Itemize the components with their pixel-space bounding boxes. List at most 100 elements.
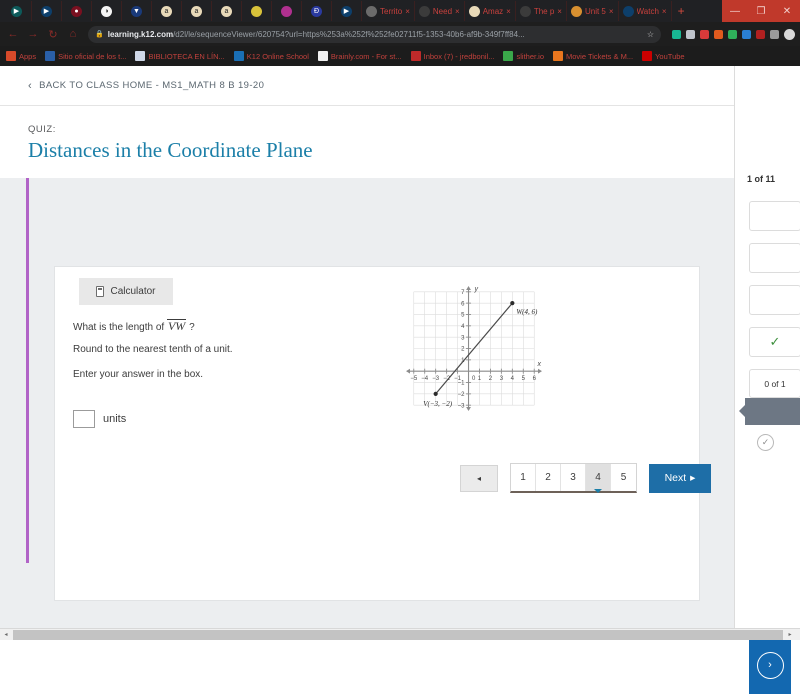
bookmark-item[interactable]: YouTube [642,51,684,61]
pagination-page-2[interactable]: 2 [536,464,561,491]
svg-text:y: y [474,286,479,293]
brainly-icon [520,6,531,17]
bookmark-item[interactable]: Sitio oficial de los t... [45,51,126,61]
pagination-page-5[interactable]: 5 [611,464,636,491]
pinned-tab[interactable]: ▶ [332,1,362,21]
tab-title: The p [534,7,554,16]
pinned-tab[interactable]: ▼ [122,1,152,21]
amazon-icon: a [221,6,232,17]
bookmark-item[interactable]: Inbox (7) - jredbonil... [411,51,495,61]
bookmark-item[interactable]: K12 Online School [234,51,309,61]
close-icon[interactable]: × [557,7,562,16]
pagination-page-4[interactable]: 4 [586,464,611,491]
window-maximize-button[interactable]: ❐ [748,0,774,22]
home-icon[interactable]: ⌂ [65,28,81,40]
bookmark-item[interactable]: slither.io [503,51,544,61]
scrollbar-thumb[interactable] [13,630,783,640]
close-icon[interactable]: × [609,7,614,16]
ext-orange-icon[interactable] [714,30,723,39]
lock-icon: 🔒 [95,30,104,38]
back-to-class-home-link[interactable]: ‹ BACK TO CLASS HOME - MS1_MATH 8 B 19-2… [28,80,264,92]
svg-text:5: 5 [461,313,465,319]
scrollbar-right-arrow-icon[interactable]: ▸ [784,629,796,641]
chevron-right-circle-icon: › [757,652,784,679]
ext-green-icon[interactable] [672,30,681,39]
pinned-tab[interactable]: ◑ [92,1,122,21]
reload-icon[interactable]: ↻ [45,28,61,41]
svg-text:7: 7 [461,290,465,296]
rail-item-completed[interactable]: ✓ [749,327,800,357]
ext-cast-icon[interactable] [756,30,765,39]
pinned-tab[interactable]: a [152,1,182,21]
window-minimize-button[interactable]: — [722,0,748,22]
check-icon: ✓ [770,334,781,350]
bookmark-item[interactable]: Brainly.com - For st... [318,51,402,61]
question-prompt-line-1: What is the length of VW ? [73,319,195,334]
next-button[interactable]: Next ▸ [649,464,711,493]
ext-blue-icon[interactable] [742,30,751,39]
svg-text:3: 3 [500,376,504,382]
answer-input[interactable] [73,410,95,428]
window-close-button[interactable]: ✕ [774,0,800,22]
pinned-tab[interactable]: ▶ [2,1,32,21]
pinned-tab[interactable]: a [182,1,212,21]
scrollbar-left-arrow-icon[interactable]: ◂ [0,629,12,641]
pinned-tab[interactable]: Đ [302,1,332,21]
segment-label: VW [167,319,186,334]
forward-arrow-icon[interactable]: → [25,28,41,40]
horizontal-scrollbar[interactable]: ◂ ▸ [0,628,800,640]
bookmark-item[interactable]: Movie Tickets & M... [553,51,633,61]
svg-text:−1: −1 [458,381,466,387]
close-icon[interactable]: × [506,7,511,16]
bookmark-label: Brainly.com - For st... [331,52,402,61]
close-icon[interactable]: × [455,7,460,16]
pinned-tab[interactable] [272,1,302,21]
pinned-tab[interactable] [242,1,272,21]
bookmark-label: Inbox (7) - jredbonil... [424,52,495,61]
close-icon[interactable]: × [662,7,667,16]
calculator-button[interactable]: Calculator [79,278,173,305]
orange-icon [571,6,582,17]
bookmark-label: YouTube [655,52,684,61]
tab-strip: ▶▶●◑▼aaaĐ▶ Territo×Need×Amaz×The p×Unit … [0,0,800,22]
pinned-tab[interactable]: a [212,1,242,21]
circle-check-icon[interactable]: ✓ [757,434,774,451]
ext-news-icon[interactable] [686,30,695,39]
rail-item[interactable] [749,201,800,231]
rail-item[interactable] [749,243,800,273]
browser-tab[interactable]: The p× [516,1,567,21]
rail-next-button[interactable]: › [749,636,791,694]
svg-text:x: x [537,361,542,368]
browser-tab[interactable]: Unit 5× [567,1,619,21]
ext-list-icon[interactable] [770,30,779,39]
browser-tab[interactable]: Amaz× [465,1,516,21]
page-title: Distances in the Coordinate Plane [28,138,800,163]
bookmark-item[interactable]: BIBLIOTECA EN LÍN... [135,51,224,61]
pinned-tab[interactable]: ● [62,1,92,21]
book-icon [251,6,262,17]
browser-tab[interactable]: Territo× [362,1,415,21]
profile-avatar-icon[interactable] [784,29,795,40]
location-pin-icon: ▼ [131,6,142,17]
chevron-right-icon: ▸ [690,472,695,484]
rail-item[interactable] [749,285,800,315]
pagination-prev-button[interactable]: ◂ [460,465,498,492]
book-icon [281,6,292,17]
pagination-page-1[interactable]: 1 [511,464,536,491]
browser-tab[interactable]: Watch× [619,1,672,21]
new-tab-button[interactable]: + [672,5,691,17]
address-bar[interactable]: 🔒 learning.k12.com/d2l/le/sequenceViewer… [88,26,661,43]
question-card: Calculator What is the length of VW ? Ro… [54,266,700,601]
ext-green2-icon[interactable] [728,30,737,39]
pagination-page-3[interactable]: 3 [561,464,586,491]
pinned-tab[interactable]: ▶ [32,1,62,21]
back-arrow-icon[interactable]: ← [5,28,21,40]
close-icon[interactable]: × [405,7,410,16]
browser-tab[interactable]: Need× [415,1,465,21]
amazon-icon: a [161,6,172,17]
svg-text:4: 4 [461,324,465,330]
page-header: ‹ BACK TO CLASS HOME - MS1_MATH 8 B 19-2… [0,66,800,106]
ext-red-icon[interactable] [700,30,709,39]
bookmark-item[interactable]: Apps [6,51,36,61]
bookmark-star-icon[interactable]: ☆ [647,30,654,39]
